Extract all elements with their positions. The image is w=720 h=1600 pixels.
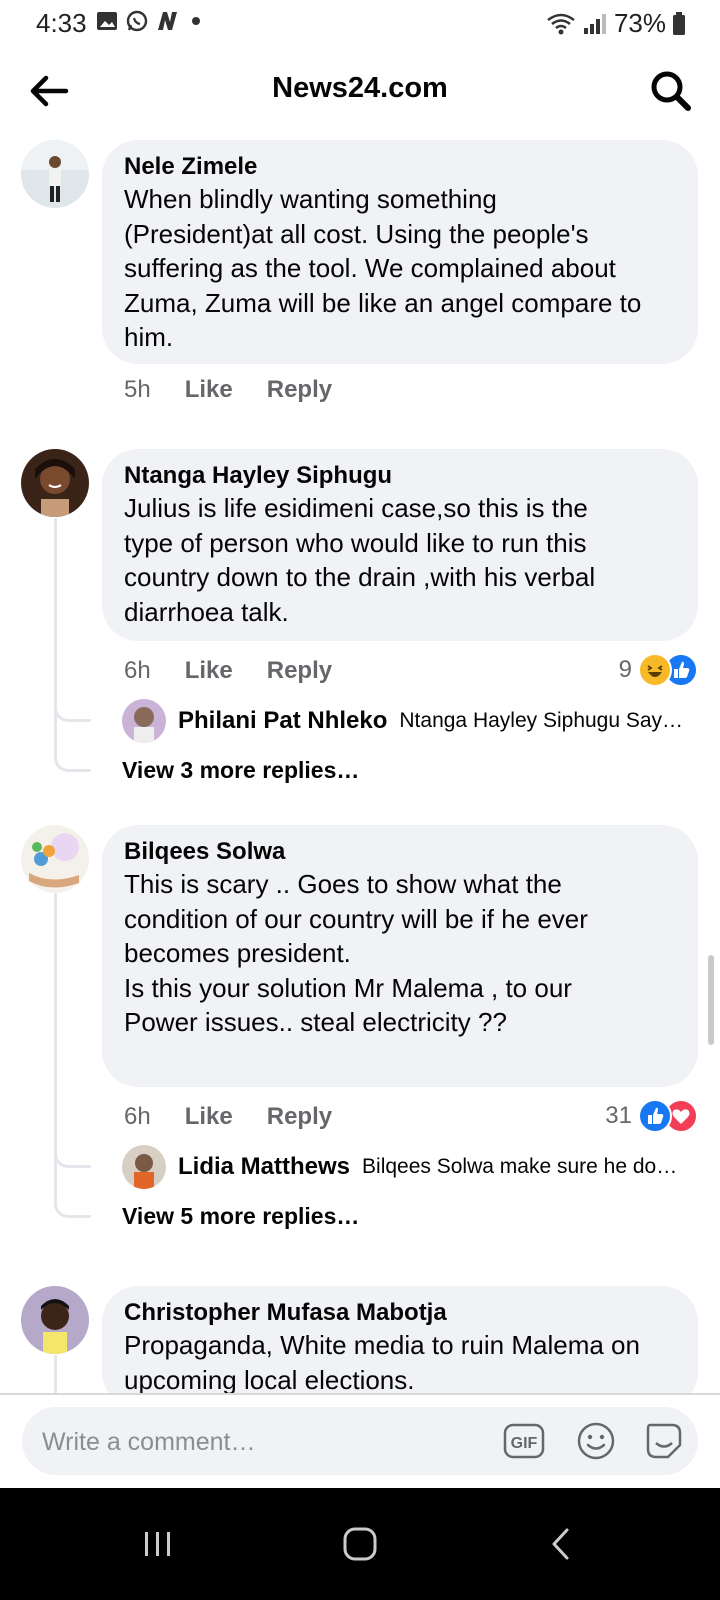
home-icon[interactable] xyxy=(340,1524,380,1564)
reaction-summary[interactable]: 9 xyxy=(619,653,698,687)
reaction-count: 31 xyxy=(605,1102,632,1129)
status-bar: 4:33 73% xyxy=(0,0,720,48)
whatsapp-icon xyxy=(126,10,148,32)
recent-apps-icon[interactable] xyxy=(138,1524,178,1564)
comment-input-placeholder: Write a comment… xyxy=(42,1428,256,1456)
profile-photo-icon xyxy=(122,699,166,743)
comment-author[interactable]: Ntanga Hayley Siphugu xyxy=(124,461,676,491)
comment-text: Propaganda, White media to ruin Malema o… xyxy=(124,1330,640,1395)
comment-actions: 6h Like Reply xyxy=(124,657,332,685)
comment-text: This is scary .. Goes to show what the c… xyxy=(124,869,588,1037)
reply-avatar[interactable] xyxy=(122,1145,166,1189)
status-right: 73% xyxy=(546,8,686,39)
notification-icons xyxy=(96,10,200,32)
reply-button[interactable]: Reply xyxy=(267,1103,332,1131)
like-button[interactable]: Like xyxy=(185,657,233,685)
like-button[interactable]: Like xyxy=(185,1103,233,1131)
reply-author[interactable]: Lidia Matthews xyxy=(178,1153,350,1181)
emoji-icon[interactable] xyxy=(574,1419,618,1463)
comment-author[interactable]: Bilqees Solwa xyxy=(124,837,676,867)
like-button[interactable]: Like xyxy=(185,376,233,404)
reply-connector xyxy=(54,699,91,722)
comment-bubble[interactable]: Christopher Mufasa Mabotja Propaganda, W… xyxy=(102,1286,698,1408)
comment-time: 5h xyxy=(124,376,151,403)
comment-bubble[interactable]: Ntanga Hayley Siphugu Julius is life esi… xyxy=(102,449,698,641)
profile-photo-icon xyxy=(21,1286,89,1354)
reply-snippet: Bilqees Solwa make sure he do… xyxy=(362,1155,678,1178)
comment-text: When blindly wanting something (Presiden… xyxy=(124,184,642,352)
more-notifications-dot xyxy=(192,17,200,25)
system-navigation-bar xyxy=(0,1488,720,1600)
haha-icon xyxy=(638,653,672,687)
reply-author[interactable]: Philani Pat Nhleko xyxy=(178,707,387,735)
comment-bubble[interactable]: Bilqees Solwa This is scary .. Goes to s… xyxy=(102,825,698,1087)
status-time: 4:33 xyxy=(36,8,87,38)
wifi-icon xyxy=(547,13,575,34)
reply-button[interactable]: Reply xyxy=(267,657,332,685)
thread-line xyxy=(54,1355,57,1395)
battery-percent: 73% xyxy=(613,8,666,38)
reply-avatar[interactable] xyxy=(122,699,166,743)
profile-photo-icon xyxy=(21,449,89,517)
comment-author[interactable]: Christopher Mufasa Mabotja xyxy=(124,1298,676,1328)
comment-composer: Write a comment… GIF xyxy=(0,1393,720,1490)
back-icon[interactable] xyxy=(542,1524,582,1564)
page-title: News24.com xyxy=(272,72,448,104)
reply-button[interactable]: Reply xyxy=(267,376,332,404)
comment-bubble[interactable]: Nele Zimele When blindly wanting somethi… xyxy=(102,140,698,364)
reply-connector xyxy=(54,1145,91,1168)
view-more-replies-link[interactable]: View 5 more replies… xyxy=(122,1203,359,1230)
comment-text: Julius is life esidimeni case,so this is… xyxy=(124,493,596,627)
reply-preview[interactable]: Lidia Matthews Bilqees Solwa make sure h… xyxy=(122,1145,700,1189)
avatar[interactable] xyxy=(21,825,89,893)
view-more-replies-link[interactable]: View 3 more replies… xyxy=(122,757,359,784)
sticker-icon[interactable] xyxy=(642,1419,686,1463)
comment-author[interactable]: Nele Zimele xyxy=(124,152,676,182)
reply-preview[interactable]: Philani Pat Nhleko Ntanga Hayley Siphugu… xyxy=(122,699,700,743)
reply-connector xyxy=(54,749,91,772)
signal-icon xyxy=(583,13,606,34)
top-app-bar: News24.com xyxy=(0,48,720,134)
comment-actions: 6h Like Reply xyxy=(124,1103,332,1131)
scrollbar[interactable] xyxy=(708,955,714,1045)
profile-photo-icon xyxy=(122,1145,166,1189)
news-app-icon xyxy=(158,12,177,30)
avatar[interactable] xyxy=(21,449,89,517)
gif-label: GIF xyxy=(511,1435,538,1452)
thread-line xyxy=(54,518,57,758)
like-icon xyxy=(638,1099,672,1133)
reaction-summary[interactable]: 31 xyxy=(605,1099,698,1133)
reply-snippet: Ntanga Hayley Siphugu Say… xyxy=(399,709,684,732)
gif-icon[interactable]: GIF xyxy=(502,1419,546,1463)
reply-connector xyxy=(54,1195,91,1218)
comment-actions: 5h Like Reply xyxy=(124,376,332,404)
comment-time: 6h xyxy=(124,1103,151,1130)
search-icon[interactable] xyxy=(648,68,694,114)
gallery-icon xyxy=(97,12,117,30)
profile-photo-icon xyxy=(21,140,89,208)
avatar[interactable] xyxy=(21,140,89,208)
profile-photo-icon xyxy=(21,825,89,893)
battery-icon xyxy=(673,11,685,35)
comment-time: 6h xyxy=(124,657,151,684)
reaction-count: 9 xyxy=(618,656,632,683)
avatar[interactable] xyxy=(21,1286,89,1354)
